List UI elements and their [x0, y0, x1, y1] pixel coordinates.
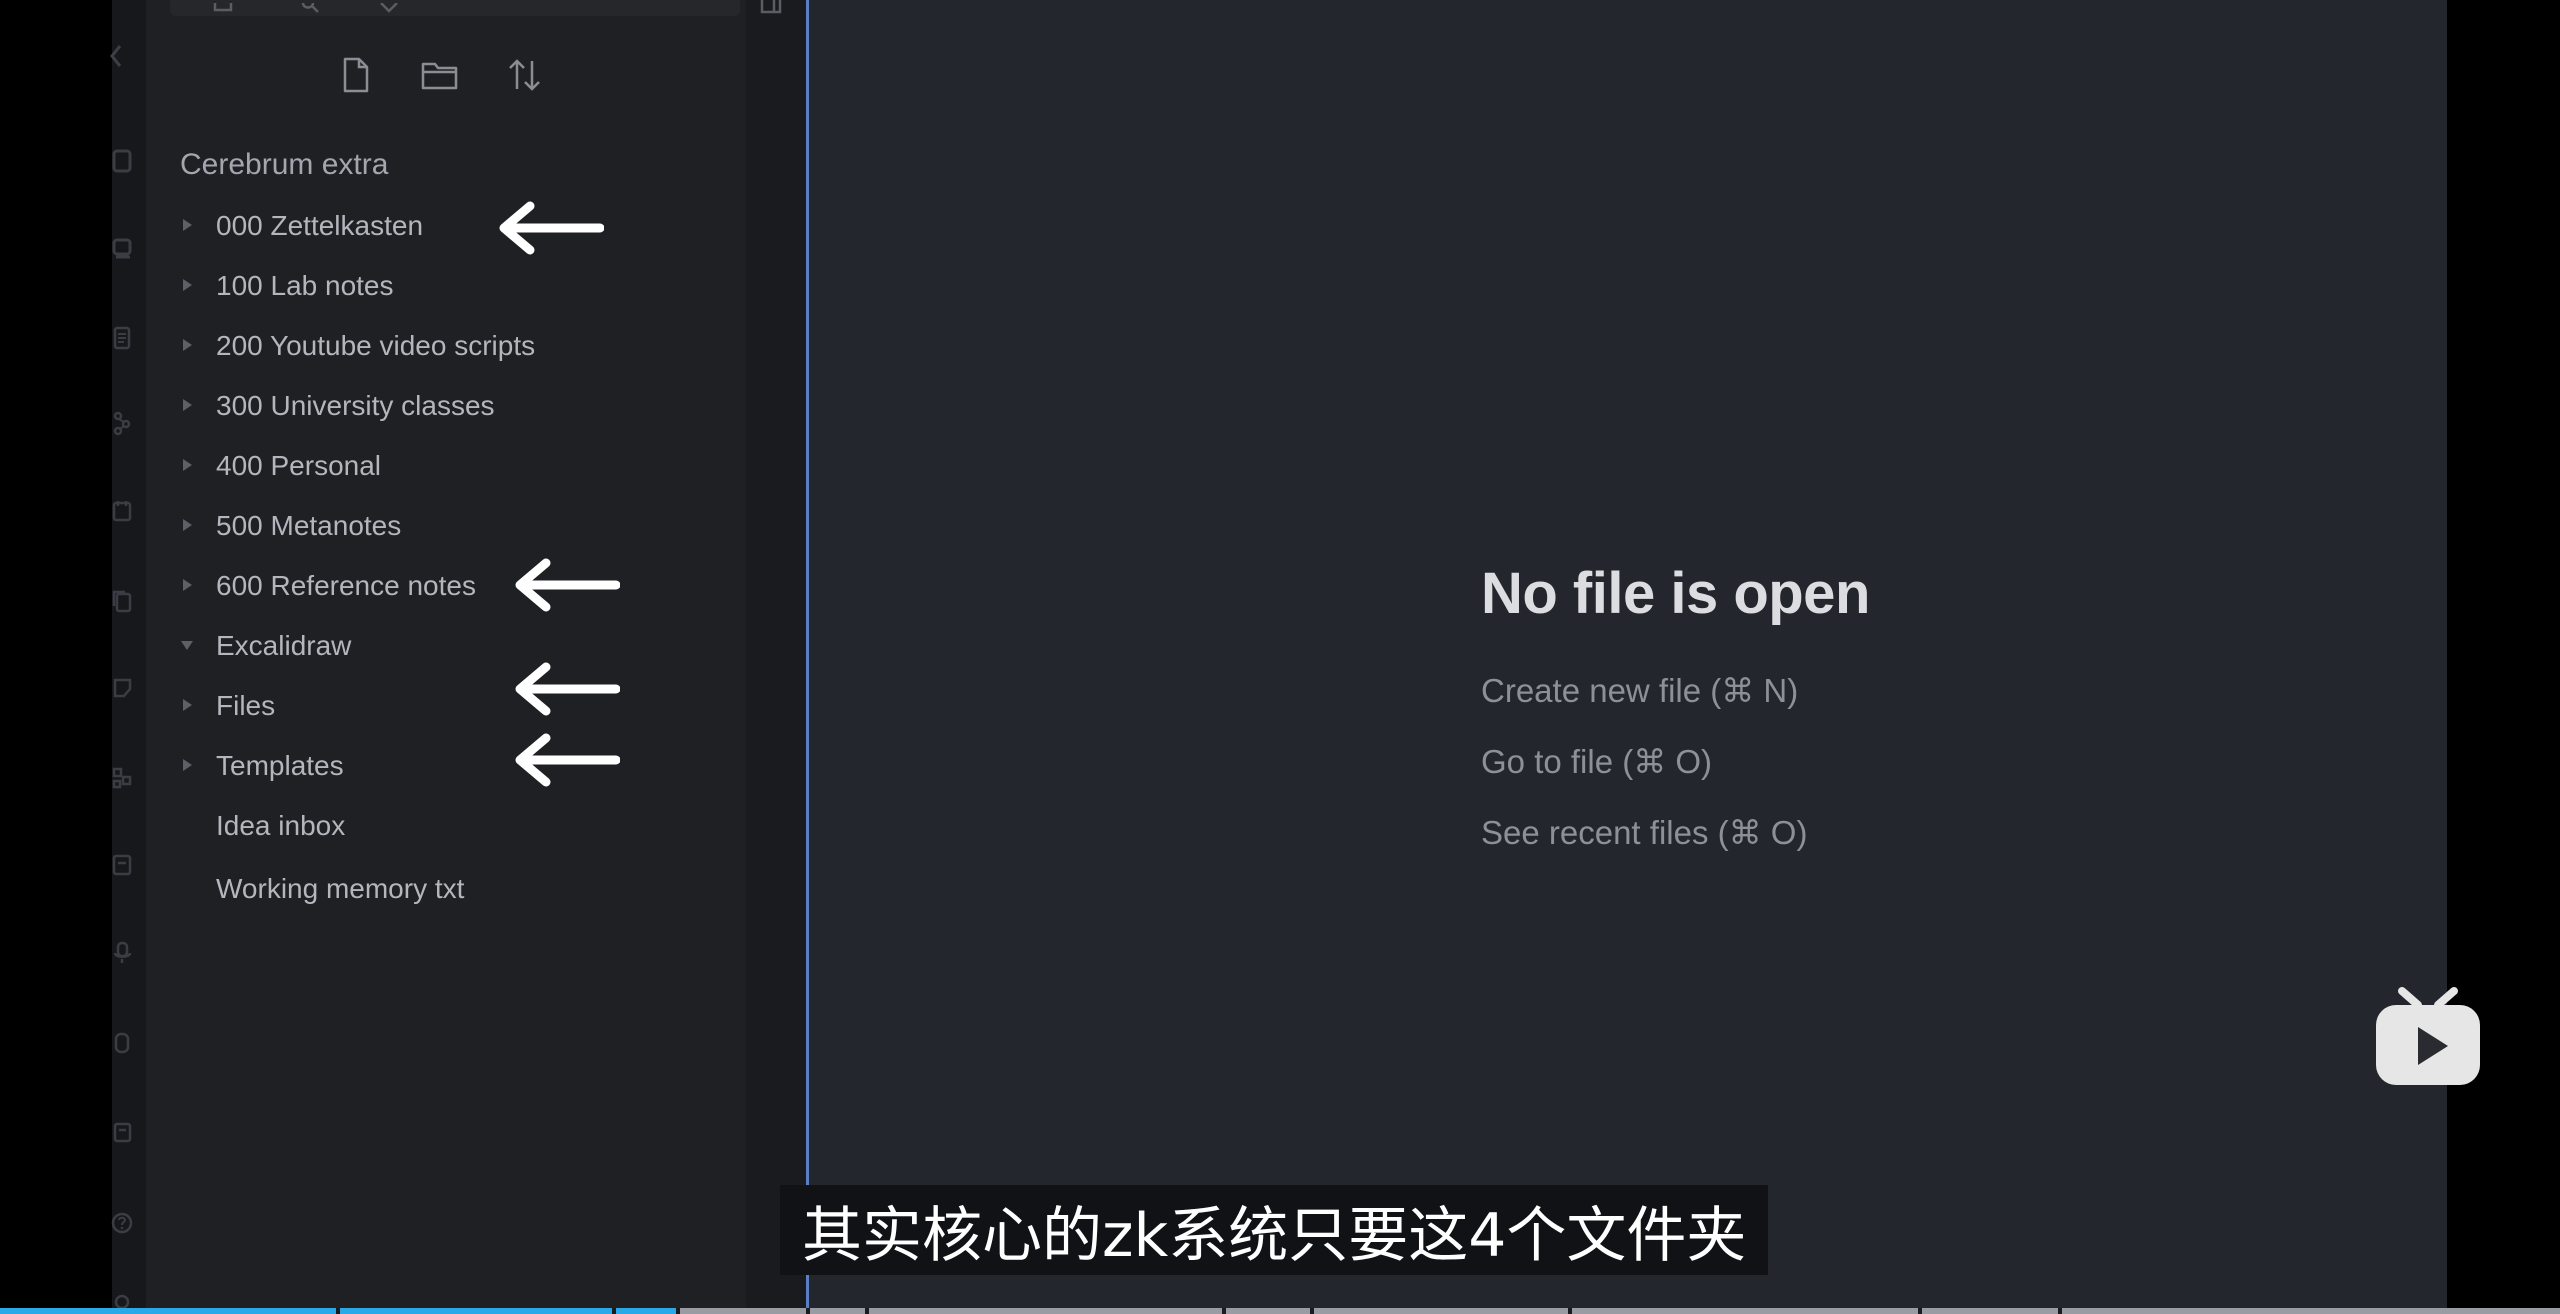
file-label: Working memory txt [216, 873, 465, 904]
archive-icon[interactable] [110, 1120, 136, 1146]
go-to-file-link[interactable]: Go to file (⌘ O) [1481, 742, 1712, 781]
left-ribbon [112, 0, 146, 1308]
chapter-marker [1918, 1308, 1922, 1314]
blocks-icon[interactable] [110, 765, 136, 791]
file-plus-icon [336, 57, 376, 99]
annotation-arrow-icon [510, 555, 621, 615]
files-tab-icon[interactable] [212, 0, 234, 12]
help-icon[interactable] [110, 1210, 136, 1236]
folder-item[interactable]: 000 Zettelkasten [180, 204, 700, 248]
vault-name[interactable]: Cerebrum extra [180, 148, 388, 182]
chevron-right-icon[interactable] [180, 698, 194, 712]
graph-icon[interactable] [110, 410, 136, 436]
sort-button[interactable] [505, 55, 545, 95]
folder-item[interactable]: 600 Reference notes [180, 564, 700, 608]
folder-item[interactable]: 300 University classes [180, 384, 700, 428]
folder-label: 600 Reference notes [216, 570, 476, 601]
folder-label: 000 Zettelkasten [216, 210, 424, 241]
folder-label: 200 Youtube video scripts [216, 330, 536, 361]
sidebar-toggle-icon[interactable] [760, 0, 782, 14]
empty-state-title: No file is open [1481, 561, 1870, 626]
chevron-right-icon[interactable] [180, 578, 194, 592]
chapter-marker [1568, 1308, 1572, 1314]
folder-label: 500 Metanotes [216, 510, 402, 541]
note-icon[interactable] [110, 675, 136, 701]
template-icon[interactable] [110, 852, 136, 878]
file-item[interactable]: Working memory txt [180, 867, 700, 911]
video-letterbox-left [0, 0, 112, 1314]
chevron-right-icon[interactable] [180, 338, 194, 352]
sidebar-edge [746, 0, 806, 1308]
copy-icon[interactable] [110, 588, 136, 614]
folder-item[interactable]: 400 Personal [180, 444, 700, 488]
bookmark-tab-icon[interactable] [378, 0, 400, 13]
chapter-marker [612, 1308, 616, 1314]
document-icon[interactable] [110, 325, 136, 351]
folder-label: Files [216, 690, 276, 721]
main-editor-area [809, 0, 2447, 1308]
chapter-marker [806, 1308, 810, 1314]
sidebar-tab-header [170, 0, 740, 16]
new-folder-button[interactable] [420, 55, 460, 95]
bilibili-play-icon[interactable] [2372, 985, 2484, 1089]
folder-plus-icon [420, 62, 460, 99]
chevron-right-icon[interactable] [180, 278, 194, 292]
annotation-arrow-icon [510, 659, 621, 719]
folder-item[interactable]: 200 Youtube video scripts [180, 324, 700, 368]
annotation-arrow-icon [494, 198, 605, 258]
folder-label: Templates [216, 750, 344, 781]
chapter-marker [865, 1308, 869, 1314]
chevron-right-icon[interactable] [180, 218, 194, 232]
sort-icon [505, 59, 545, 99]
chapter-marker [336, 1308, 340, 1314]
folder-item[interactable]: 100 Lab notes [180, 264, 700, 308]
folder-label: 400 Personal [216, 450, 382, 481]
chevron-right-icon[interactable] [180, 398, 194, 412]
subtitle-text: 其实核心的zk系统只要这4个文件夹 [802, 1200, 1747, 1271]
plugin-icon[interactable] [110, 1030, 136, 1056]
folder-item[interactable]: Files [180, 684, 700, 728]
folder-label: 100 Lab notes [216, 270, 394, 301]
chapter-marker [676, 1308, 680, 1314]
collapse-ribbon-icon[interactable] [108, 42, 124, 70]
folder-item[interactable]: Excalidraw [180, 624, 700, 668]
video-letterbox-right [2447, 0, 2560, 1314]
chevron-down-icon[interactable] [180, 638, 194, 652]
chapter-marker [1222, 1308, 1226, 1314]
file-label: Idea inbox [216, 810, 346, 841]
chapter-marker [2058, 1308, 2062, 1314]
chevron-right-icon[interactable] [180, 458, 194, 472]
annotation-arrow-icon [510, 730, 621, 790]
folder-item[interactable]: Templates [180, 744, 700, 788]
folder-label: Excalidraw [216, 630, 352, 661]
audio-icon[interactable] [110, 940, 136, 966]
file-item[interactable]: Idea inbox [180, 804, 700, 848]
see-recent-files-link[interactable]: See recent files (⌘ O) [1481, 813, 1807, 852]
folder-label: 300 University classes [216, 390, 495, 421]
chapter-marker [1310, 1308, 1314, 1314]
chevron-right-icon[interactable] [180, 758, 194, 772]
search-tab-icon[interactable] [298, 0, 320, 13]
folder-item[interactable]: 500 Metanotes [180, 504, 700, 548]
canvas-icon[interactable] [110, 235, 136, 261]
switcher-icon[interactable] [110, 148, 136, 174]
calendar-icon[interactable] [110, 498, 136, 524]
video-subtitle: 其实核心的zk系统只要这4个文件夹 [780, 1185, 1769, 1275]
chevron-right-icon[interactable] [180, 518, 194, 532]
new-note-button[interactable] [336, 55, 376, 95]
create-new-file-link[interactable]: Create new file (⌘ N) [1481, 671, 1798, 710]
